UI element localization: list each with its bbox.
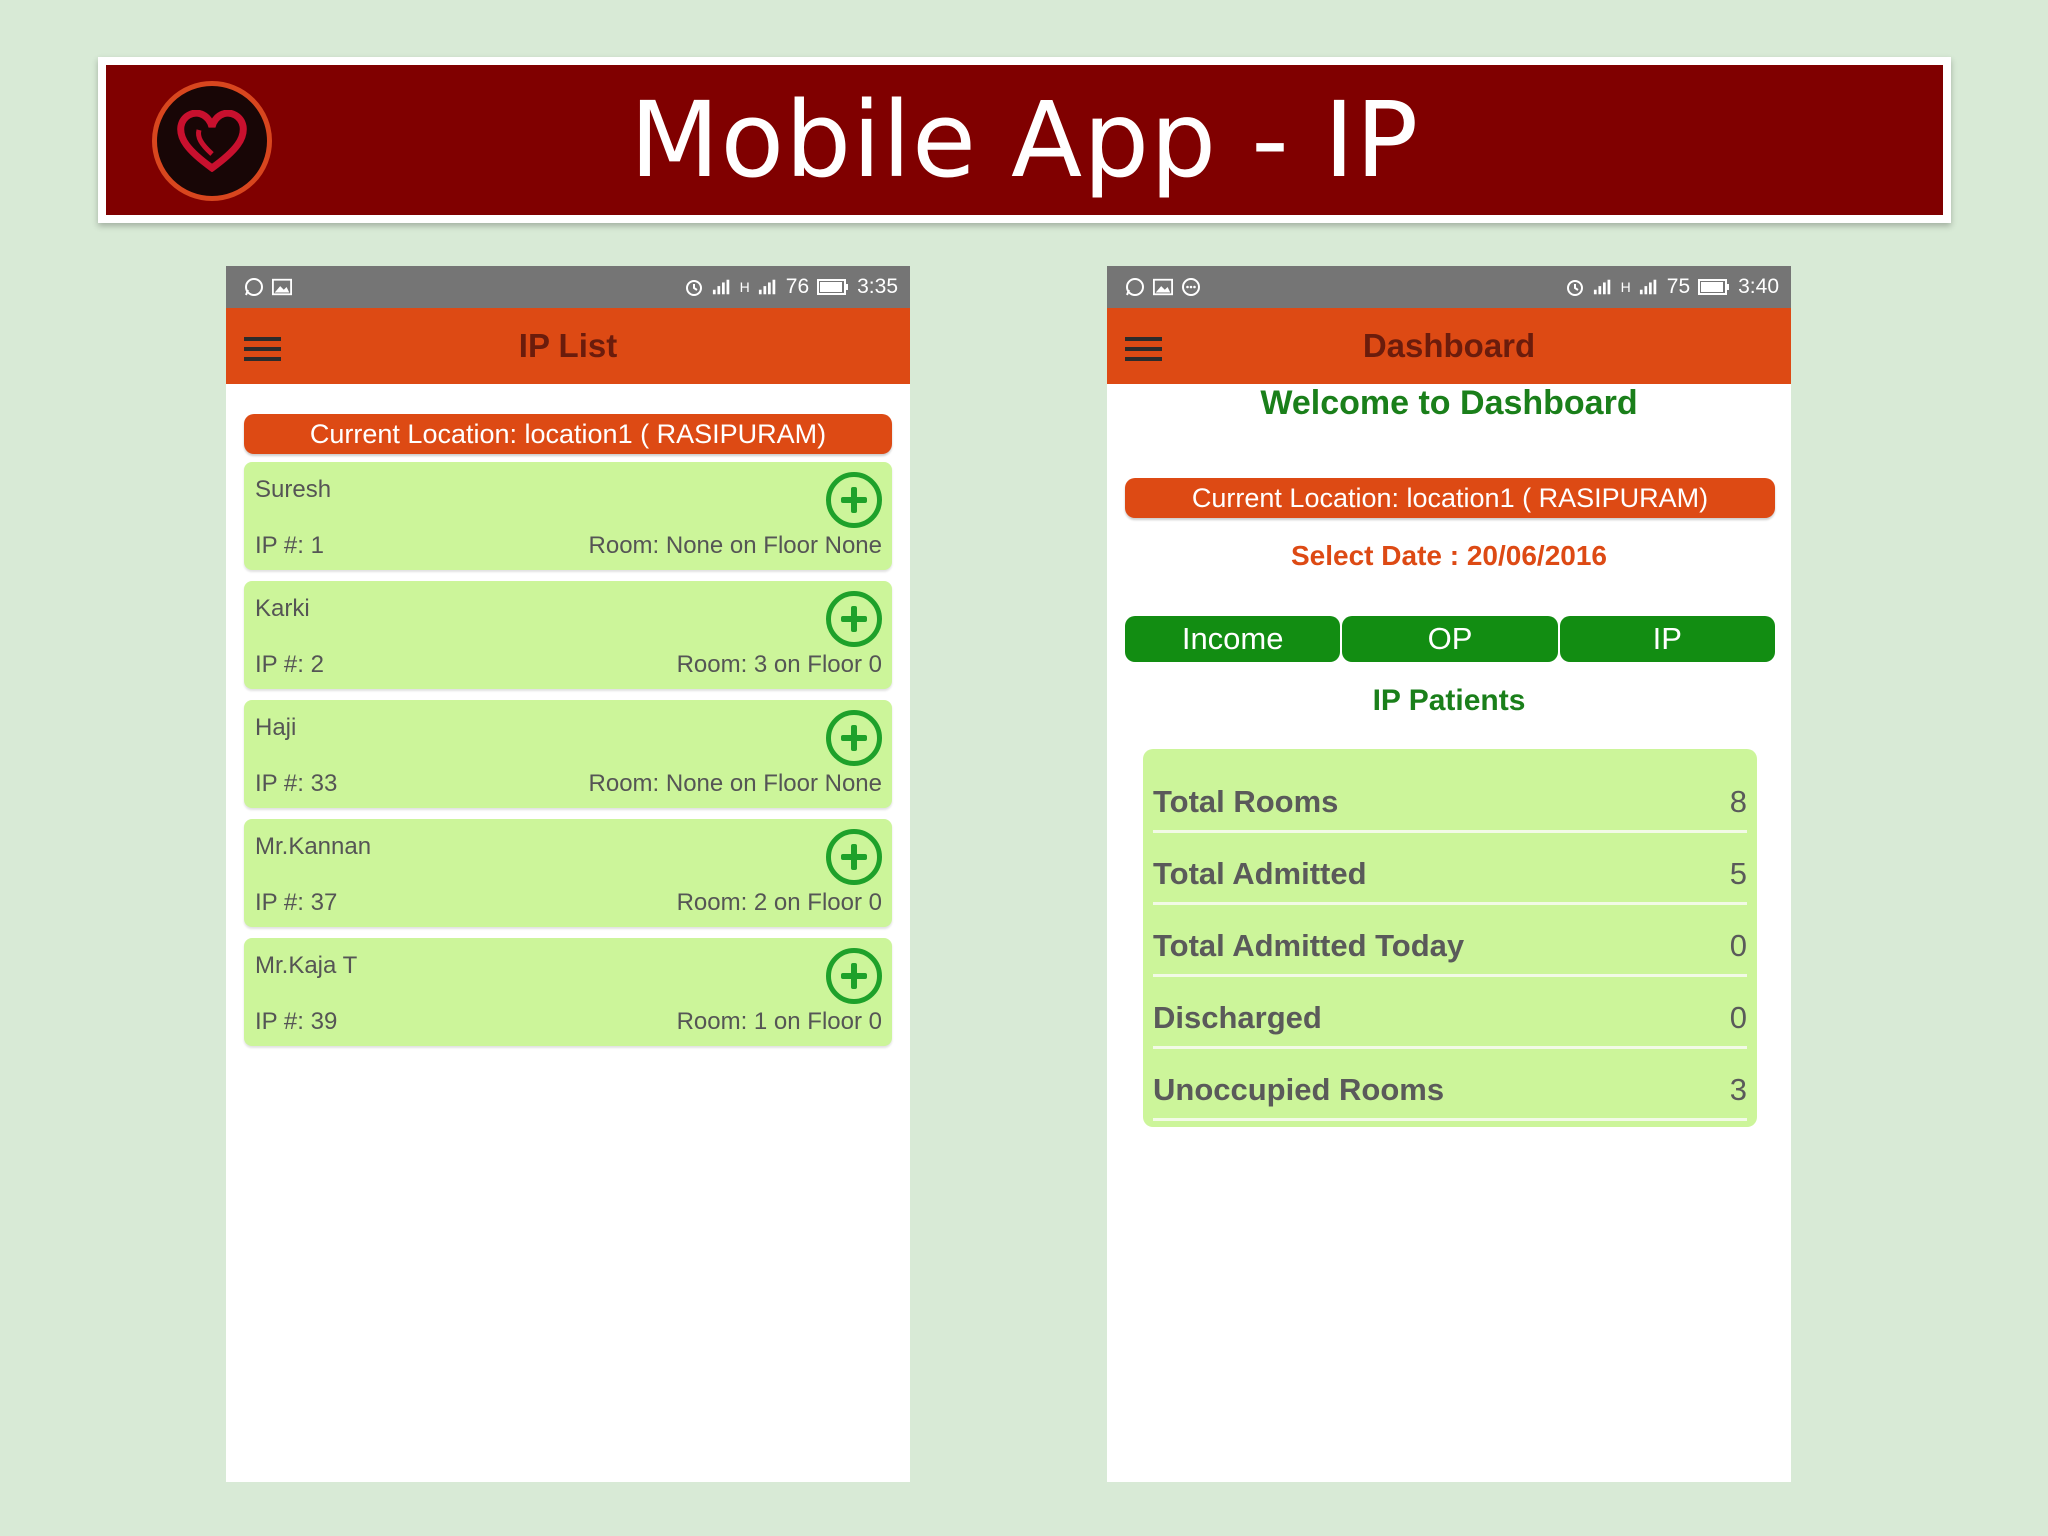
- patient-ip: IP #: 37: [255, 889, 338, 916]
- slide-banner: Mobile App - IP: [98, 57, 1951, 223]
- stat-row: Total Rooms 8: [1153, 761, 1747, 833]
- patient-ip: IP #: 33: [255, 770, 338, 797]
- ip-stats-panel: Total Rooms 8 Total Admitted 5 Total Adm…: [1143, 749, 1757, 1127]
- patient-room: Room: 1 on Floor 0: [676, 1008, 882, 1035]
- whatsapp-icon: [1125, 277, 1145, 297]
- patient-room: Room: 2 on Floor 0: [676, 889, 882, 916]
- patient-room: Room: 3 on Floor 0: [676, 651, 882, 678]
- stat-row: Total Admitted Today 0: [1153, 905, 1747, 977]
- banner-background: Mobile App - IP: [106, 65, 1943, 215]
- current-location-bar: Current Location: location1 ( RASIPURAM): [1125, 478, 1775, 518]
- phone-ip-list: H 76 3:35 IP List Current Location: loca…: [226, 266, 910, 1482]
- patient-card[interactable]: Suresh IP #: 1 Room: None on Floor None: [244, 462, 892, 570]
- hamburger-menu-icon[interactable]: [244, 337, 281, 361]
- stat-label: Total Admitted: [1153, 856, 1367, 891]
- stat-row: Unoccupied Rooms 3: [1153, 1049, 1747, 1121]
- patient-ip: IP #: 39: [255, 1008, 338, 1035]
- stat-label: Discharged: [1153, 1000, 1322, 1035]
- patient-room: Room: None on Floor None: [588, 770, 882, 797]
- slide-title: Mobile App - IP: [629, 79, 1420, 201]
- battery-level: 76: [785, 275, 810, 298]
- chat-bubble-icon: [1181, 277, 1201, 297]
- patient-ip: IP #: 2: [255, 651, 324, 678]
- stat-value: 3: [1729, 1072, 1747, 1107]
- stat-value: 5: [1729, 856, 1747, 891]
- stat-value: 0: [1729, 928, 1747, 963]
- signal-icon: [1593, 277, 1613, 297]
- tab-ip[interactable]: IP: [1559, 616, 1775, 662]
- add-icon[interactable]: [826, 829, 882, 885]
- patient-ip: IP #: 1: [255, 532, 324, 559]
- patient-name: Karki: [255, 595, 310, 622]
- patient-room: Room: None on Floor None: [588, 532, 882, 559]
- battery-icon: [817, 277, 849, 297]
- stat-label: Total Rooms: [1153, 784, 1339, 819]
- alarm-icon: [1565, 277, 1585, 297]
- current-location-bar: Current Location: location1 ( RASIPURAM): [244, 414, 892, 454]
- dashboard-tabs: Income OP IP: [1125, 616, 1775, 662]
- add-icon[interactable]: [826, 710, 882, 766]
- stat-value: 0: [1729, 1000, 1747, 1035]
- signal-icon-2: [1639, 277, 1659, 297]
- app-bar: IP List: [226, 308, 910, 384]
- hamburger-menu-icon[interactable]: [1125, 337, 1162, 361]
- phone-dashboard: H 75 3:40 Dashboard Welcome to Dashboard…: [1107, 266, 1791, 1482]
- select-date[interactable]: Select Date : 20/06/2016: [1107, 540, 1791, 572]
- stat-label: Unoccupied Rooms: [1153, 1072, 1445, 1107]
- add-icon[interactable]: [826, 948, 882, 1004]
- network-type: H: [1620, 279, 1631, 295]
- battery-level: 75: [1666, 275, 1691, 298]
- patient-card[interactable]: Mr.Kannan IP #: 37 Room: 2 on Floor 0: [244, 819, 892, 927]
- app-bar-title: IP List: [518, 327, 618, 364]
- patient-name: Haji: [255, 714, 297, 741]
- section-title: IP Patients: [1372, 684, 1526, 717]
- add-icon[interactable]: [826, 472, 882, 528]
- stat-label: Total Admitted Today: [1153, 928, 1465, 963]
- signal-icon-2: [758, 277, 778, 297]
- battery-icon: [1698, 277, 1730, 297]
- status-bar: H 75 3:40: [1107, 266, 1791, 308]
- clock: 3:35: [857, 275, 898, 298]
- gallery-icon: [272, 277, 292, 297]
- patient-name: Mr.Kaja T: [255, 952, 358, 979]
- patient-name: Suresh: [255, 476, 332, 503]
- clock: 3:40: [1738, 275, 1779, 298]
- whatsapp-icon: [244, 277, 264, 297]
- add-icon[interactable]: [826, 591, 882, 647]
- tab-income[interactable]: Income: [1125, 616, 1341, 662]
- patient-card[interactable]: Mr.Kaja T IP #: 39 Room: 1 on Floor 0: [244, 938, 892, 1046]
- network-type: H: [739, 279, 750, 295]
- alarm-icon: [684, 277, 704, 297]
- app-bar-title: Dashboard: [1362, 327, 1536, 364]
- patient-card[interactable]: Haji IP #: 33 Room: None on Floor None: [244, 700, 892, 808]
- patient-name: Mr.Kannan: [255, 833, 372, 860]
- patient-card[interactable]: Karki IP #: 2 Room: 3 on Floor 0: [244, 581, 892, 689]
- stat-row: Discharged 0: [1153, 977, 1747, 1049]
- status-bar: H 76 3:35: [226, 266, 910, 308]
- gallery-icon: [1153, 277, 1173, 297]
- app-bar: Dashboard: [1107, 308, 1791, 384]
- welcome-heading: Welcome to Dashboard: [1260, 384, 1638, 422]
- signal-icon: [712, 277, 732, 297]
- stat-value: 8: [1729, 784, 1747, 819]
- tab-op[interactable]: OP: [1342, 616, 1558, 662]
- stat-row: Total Admitted 5: [1153, 833, 1747, 905]
